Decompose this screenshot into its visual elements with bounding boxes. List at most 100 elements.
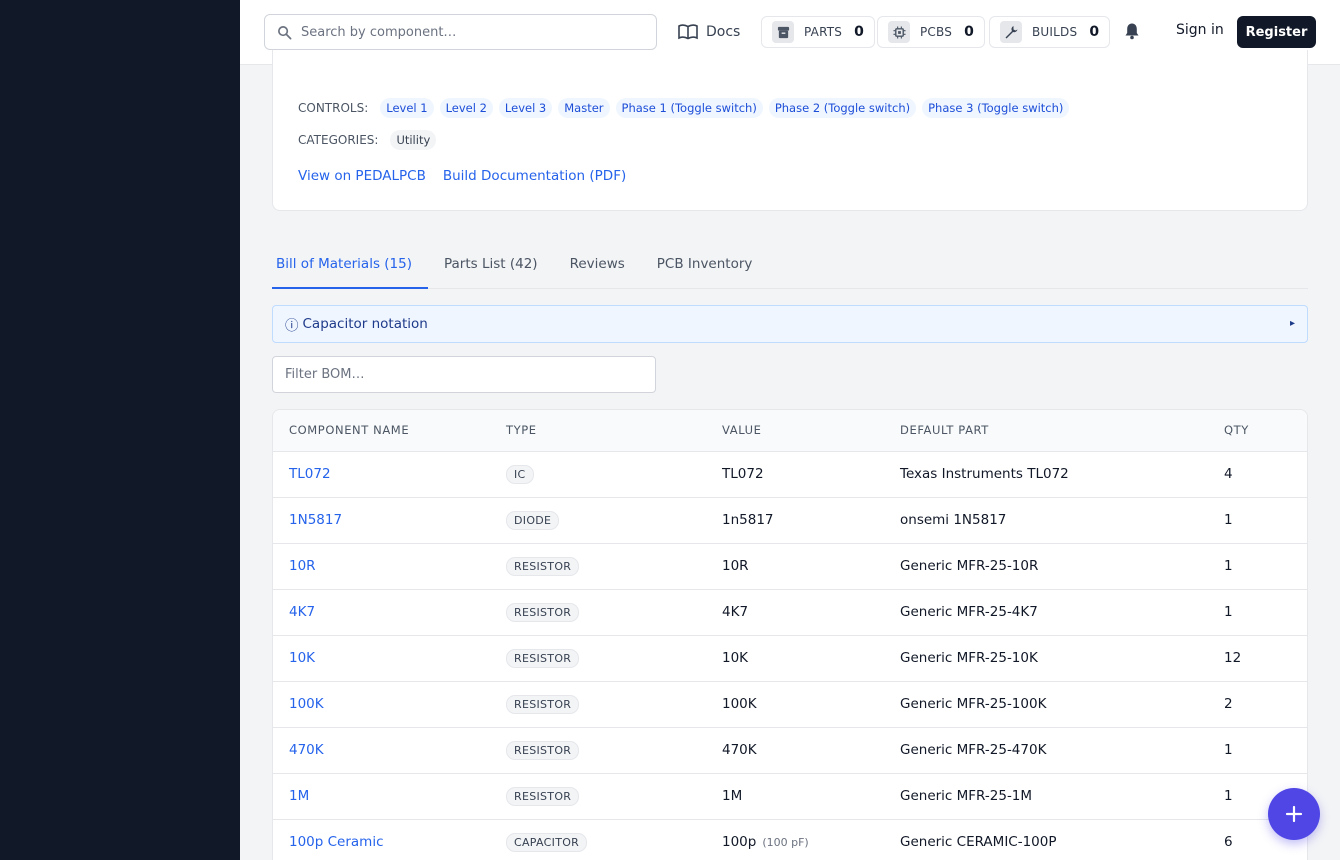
bom-filter-input[interactable] [272, 356, 656, 393]
builds-counter-value: 0 [1089, 24, 1100, 40]
type-badge: IC [506, 464, 534, 484]
pcbs-counter-value: 0 [964, 24, 974, 40]
capacitor-notation-toggle[interactable]: ⓘ Capacitor notation ▸ [272, 305, 1308, 343]
type-badge: CAPACITOR [506, 832, 588, 852]
component-name-link[interactable]: TL072 [289, 466, 331, 482]
controls-row: CONTROLS: Level 1 Level 2 Level 3 Master… [298, 98, 1070, 118]
table-row: 10R RESISTOR 10R Generic MFR-25-10R 1 [273, 543, 1307, 590]
tab-parts-list[interactable]: Parts List (42) [428, 250, 554, 289]
controls-label: CONTROLS: [298, 101, 369, 115]
build-documentation-link[interactable]: Build Documentation (PDF) [443, 168, 626, 184]
notice-text: Capacitor notation [302, 316, 428, 332]
view-on-pedalpcb-link[interactable]: View on PEDALPCB [298, 168, 426, 184]
category-tag[interactable]: Utility [390, 130, 437, 150]
table-row: 4K7 RESISTOR 4K7 Generic MFR-25-4K7 1 [273, 589, 1307, 636]
builds-counter-label: BUILDS [1032, 25, 1078, 39]
value-text: 1n5817 [722, 512, 774, 528]
project-links: View on PEDALPCB Build Documentation (PD… [298, 168, 626, 184]
component-name-link[interactable]: 100p Ceramic [289, 834, 384, 850]
search-icon [278, 25, 292, 39]
table-row: 1N5817 DIODE 1n5817 onsemi 1N5817 1 [273, 497, 1307, 544]
categories-label: CATEGORIES: [298, 133, 379, 147]
value-cell: 4K7 [722, 589, 900, 636]
table-row: TL072 IC TL072 Texas Instruments TL072 4 [273, 451, 1307, 498]
component-name-link[interactable]: 1N5817 [289, 512, 342, 528]
value-cell: 10K [722, 635, 900, 682]
column-header-default-part[interactable]: DEFAULT PART [900, 410, 1224, 452]
default-part-cell: Generic CERAMIC-100P [900, 819, 1224, 860]
type-badge: RESISTOR [506, 648, 580, 668]
search-input[interactable] [301, 24, 631, 40]
qty-cell: 1 [1224, 497, 1307, 544]
categories-row: CATEGORIES: Utility [298, 130, 437, 150]
value-text: TL072 [722, 466, 764, 482]
sign-in-link[interactable]: Sign in [1176, 22, 1224, 38]
value-text: 100K [722, 696, 757, 712]
value-cell: 1n5817 [722, 497, 900, 544]
add-floating-button[interactable] [1268, 788, 1320, 840]
component-name-link[interactable]: 100K [289, 696, 324, 712]
control-tag[interactable]: Phase 3 (Toggle switch) [922, 98, 1070, 118]
type-badge: RESISTOR [506, 556, 580, 576]
default-part-cell: onsemi 1N5817 [900, 497, 1224, 544]
control-tag[interactable]: Level 1 [380, 98, 434, 118]
parts-counter-button[interactable]: PARTS 0 [761, 16, 875, 48]
component-name-link[interactable]: 1M [289, 788, 309, 804]
control-tag[interactable]: Master [558, 98, 610, 118]
type-badge: RESISTOR [506, 694, 580, 714]
tab-pcb-inventory[interactable]: PCB Inventory [641, 250, 769, 289]
column-header-type[interactable]: TYPE [506, 410, 722, 452]
table-row: 100K RESISTOR 100K Generic MFR-25-100K 2 [273, 681, 1307, 728]
control-tag[interactable]: Phase 1 (Toggle switch) [615, 98, 763, 118]
table-row: 100p Ceramic CAPACITOR 100p (100 pF) Generic… [273, 819, 1307, 860]
control-tag[interactable]: Level 3 [498, 98, 553, 118]
column-header-component-name[interactable]: COMPONENT NAME [273, 410, 506, 452]
qty-cell: 2 [1224, 681, 1307, 728]
value-text: 4K7 [722, 604, 749, 620]
qty-cell: 1 [1224, 543, 1307, 590]
value-text: 10K [722, 650, 749, 666]
search-box[interactable] [264, 14, 657, 50]
type-badge: RESISTOR [506, 740, 580, 760]
value-note: (100 pF) [762, 836, 809, 849]
value-text: 10R [722, 558, 749, 574]
pcbs-counter-button[interactable]: PCBS 0 [877, 16, 985, 48]
component-name-link[interactable]: 470K [289, 742, 324, 758]
tab-reviews[interactable]: Reviews [554, 250, 641, 289]
component-name-link[interactable]: 10K [289, 650, 315, 666]
default-part-cell: Generic MFR-25-1M [900, 773, 1224, 820]
default-part-cell: Generic MFR-25-10K [900, 635, 1224, 682]
component-name-link[interactable]: 10R [289, 558, 316, 574]
column-header-value[interactable]: VALUE [722, 410, 900, 452]
type-badge: RESISTOR [506, 786, 580, 806]
component-name-link[interactable]: 4K7 [289, 604, 315, 620]
value-cell: 10R [722, 543, 900, 590]
notifications-button[interactable] [1124, 22, 1140, 44]
control-tag[interactable]: Phase 2 (Toggle switch) [768, 98, 917, 118]
book-open-icon [678, 24, 698, 40]
bell-icon [1125, 23, 1139, 40]
value-cell: 100K [722, 681, 900, 728]
table-header-row: COMPONENT NAME TYPE VALUE DEFAULT PART Q… [273, 410, 1307, 452]
bom-table: COMPONENT NAME TYPE VALUE DEFAULT PART Q… [272, 409, 1308, 860]
parts-counter-value: 0 [854, 24, 864, 40]
column-header-qty[interactable]: QTY [1224, 410, 1307, 452]
default-part-cell: Generic MFR-25-10R [900, 543, 1224, 590]
default-part-cell: Generic MFR-25-4K7 [900, 589, 1224, 636]
value-text: 100p [722, 834, 757, 850]
table-row: 10K RESISTOR 10K Generic MFR-25-10K 12 [273, 635, 1307, 682]
chip-icon [888, 21, 910, 43]
table-row: 470K RESISTOR 470K Generic MFR-25-470K 1 [273, 727, 1307, 774]
tab-bill-of-materials[interactable]: Bill of Materials (15) [272, 250, 428, 289]
project-info-card: CONTROLS: Level 1 Level 2 Level 3 Master… [272, 50, 1308, 211]
register-button[interactable]: Register [1237, 16, 1316, 48]
info-icon: ⓘ [285, 318, 299, 334]
qty-cell: 12 [1224, 635, 1307, 682]
builds-counter-button[interactable]: BUILDS 0 [989, 16, 1111, 48]
value-cell: TL072 [722, 451, 900, 498]
docs-link[interactable]: Docs [678, 18, 740, 46]
wrench-icon [1000, 21, 1022, 43]
control-tag[interactable]: Level 2 [439, 98, 493, 118]
qty-cell: 1 [1224, 589, 1307, 636]
tab-bar: Bill of Materials (15) Parts List (42) R… [272, 250, 1308, 289]
